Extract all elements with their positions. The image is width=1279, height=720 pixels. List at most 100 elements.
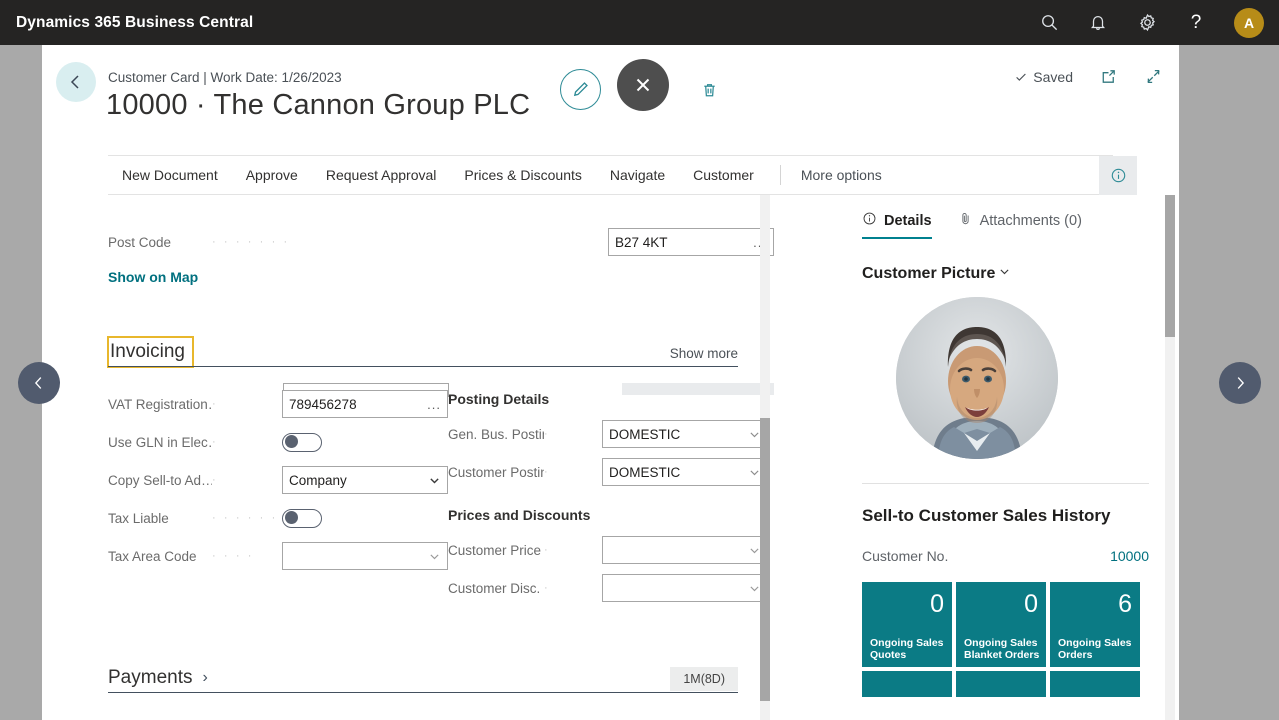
saved-label: Saved <box>1033 68 1073 85</box>
details-tabs: Details Attachments (0) <box>774 195 1179 239</box>
vat-registration-input[interactable]: 789456278 ... <box>282 390 448 418</box>
app-header-actions: ? A <box>1038 7 1264 38</box>
breadcrumb: Customer Card | Work Date: 1/26/2023 <box>108 70 342 85</box>
ribbon-item-navigate[interactable]: Navigate <box>596 156 679 194</box>
delete-icon[interactable] <box>692 73 726 107</box>
gen-bus-posting-value: DOMESTIC <box>609 426 681 442</box>
tile-row2-item1[interactable] <box>862 671 952 697</box>
customer-no-row: Customer No. 10000 <box>862 548 1149 564</box>
vat-registration-label: VAT Registration… <box>108 396 212 412</box>
tab-details-label: Details <box>884 212 932 229</box>
notification-bell-icon[interactable] <box>1087 12 1109 34</box>
copy-sell-to-select[interactable]: Company <box>282 466 448 494</box>
card-header: Customer Card | Work Date: 1/26/2023 100… <box>42 45 1179 155</box>
avatar[interactable]: A <box>1234 7 1264 38</box>
customer-picture-header[interactable]: Customer Picture <box>862 265 1179 283</box>
ribbon-divider <box>779 165 781 185</box>
customer-price-label: Customer Price … <box>448 542 544 558</box>
ribbon-item-approve[interactable]: Approve <box>232 156 312 194</box>
vat-registration-value: 789456278 <box>289 396 357 412</box>
form-scrollbar-thumb[interactable] <box>760 418 770 701</box>
chevron-right-icon: › <box>202 669 208 686</box>
customer-disc-select[interactable] <box>602 574 768 602</box>
invoicing-section-header: Invoicing Show more <box>107 329 738 368</box>
payments-section-header[interactable]: Payments › 1M(8D) <box>108 655 738 693</box>
use-gln-toggle[interactable] <box>282 432 322 452</box>
tile-row2-item2[interactable] <box>956 671 1046 697</box>
card-body: Post Code · · · · · · · B27 4KT ... Show… <box>42 195 1179 720</box>
tax-area-code-select[interactable] <box>282 542 448 570</box>
field-vat-registration: VAT Registration… · 789456278 ... <box>108 389 448 419</box>
customer-no-value[interactable]: 10000 <box>1110 548 1149 564</box>
tile-row2-item3[interactable] <box>1050 671 1140 697</box>
field-copy-sell-to-address: Copy Sell-to Ad… · Company <box>108 465 448 495</box>
paperclip-icon <box>958 211 973 230</box>
field-use-gln: Use GLN in Elec… · <box>108 427 448 457</box>
section-rule <box>108 365 738 367</box>
ribbon-item-prices-discounts[interactable]: Prices & Discounts <box>450 156 595 194</box>
invoicing-section-title[interactable]: Invoicing <box>107 336 194 368</box>
action-ribbon: New Document Approve Request Approval Pr… <box>108 155 1137 195</box>
back-button[interactable] <box>56 62 96 102</box>
payments-chips: 1M(8D) <box>670 667 738 693</box>
ribbon-item-new-document[interactable]: New Document <box>108 156 232 194</box>
tile-ongoing-sales-blanket-orders[interactable]: 0 Ongoing Sales Blanket Orders <box>956 582 1046 667</box>
details-scrollbar-thumb[interactable] <box>1165 195 1175 337</box>
customer-posting-select[interactable]: DOMESTIC <box>602 458 768 486</box>
info-icon[interactable] <box>1099 156 1137 195</box>
customer-picture-wrap <box>774 297 1179 459</box>
customer-no-label: Customer No. <box>862 548 949 564</box>
tile-value: 0 <box>930 590 944 618</box>
post-code-input[interactable]: B27 4KT ... <box>608 228 774 256</box>
label-dots: · <box>544 544 551 556</box>
tile-caption: Ongoing Sales Orders <box>1058 637 1132 661</box>
details-divider <box>862 483 1149 484</box>
header-status-group: Saved <box>1014 67 1163 86</box>
tax-liable-toggle[interactable] <box>282 508 322 528</box>
label-dots: · · · · <box>212 550 255 562</box>
more-options-button[interactable]: More options <box>793 167 890 183</box>
field-customer-price-group: Customer Price … · <box>448 535 768 565</box>
tax-area-code-label: Tax Area Code <box>108 548 197 564</box>
search-icon[interactable] <box>1038 12 1060 34</box>
payments-section-title: Payments <box>108 667 193 688</box>
customer-disc-label: Customer Disc. … <box>448 580 544 596</box>
invoicing-show-more-link[interactable]: Show more <box>670 346 738 367</box>
post-code-value: B27 4KT <box>615 234 668 250</box>
tab-details[interactable]: Details <box>862 211 932 239</box>
next-record-button[interactable] <box>1219 362 1261 404</box>
sales-history-tiles: 0 Ongoing Sales Quotes 0 Ongoing Sales B… <box>862 582 1179 697</box>
ribbon-item-request-approval[interactable]: Request Approval <box>312 156 451 194</box>
vat-lookup-icon[interactable]: ... <box>427 397 441 412</box>
chevron-down-icon <box>998 265 1011 283</box>
customer-posting-label: Customer Postin… <box>448 464 544 480</box>
gen-bus-posting-select[interactable]: DOMESTIC <box>602 420 768 448</box>
tab-attachments[interactable]: Attachments (0) <box>958 211 1082 239</box>
previous-record-button[interactable] <box>18 362 60 404</box>
open-in-new-window-icon[interactable] <box>1099 67 1118 86</box>
invoicing-right-column: Posting Details Gen. Bus. Postin… · DOME… <box>448 389 768 611</box>
help-glyph: ? <box>1190 12 1202 33</box>
edit-button[interactable] <box>560 69 601 110</box>
minimize-icon[interactable] <box>1144 67 1163 86</box>
use-gln-label: Use GLN in Elec… <box>108 434 212 450</box>
payment-terms-chip[interactable]: 1M(8D) <box>670 667 738 691</box>
chevron-down-icon <box>428 550 441 563</box>
tile-ongoing-sales-orders[interactable]: 6 Ongoing Sales Orders <box>1050 582 1140 667</box>
gen-bus-posting-label: Gen. Bus. Postin… <box>448 426 544 442</box>
field-customer-posting-group: Customer Postin… · DOMESTIC <box>448 457 768 487</box>
prices-discounts-title: Prices and Discounts <box>448 507 591 523</box>
customer-price-select[interactable] <box>602 536 768 564</box>
ribbon-item-customer[interactable]: Customer <box>679 156 768 194</box>
app-header-bar: Dynamics 365 Business Central ? A <box>0 0 1279 45</box>
close-button[interactable] <box>617 59 669 111</box>
field-customer-disc-group: Customer Disc. … · <box>448 573 768 603</box>
tile-ongoing-sales-quotes[interactable]: 0 Ongoing Sales Quotes <box>862 582 952 667</box>
show-on-map-link[interactable]: Show on Map <box>108 269 198 285</box>
label-dots: · <box>212 474 219 486</box>
tile-value: 0 <box>1024 590 1038 618</box>
gear-icon[interactable] <box>1136 12 1158 34</box>
form-pane: Post Code · · · · · · · B27 4KT ... Show… <box>42 195 774 720</box>
help-icon[interactable]: ? <box>1185 12 1207 34</box>
tile-caption: Ongoing Sales Blanket Orders <box>964 637 1040 661</box>
